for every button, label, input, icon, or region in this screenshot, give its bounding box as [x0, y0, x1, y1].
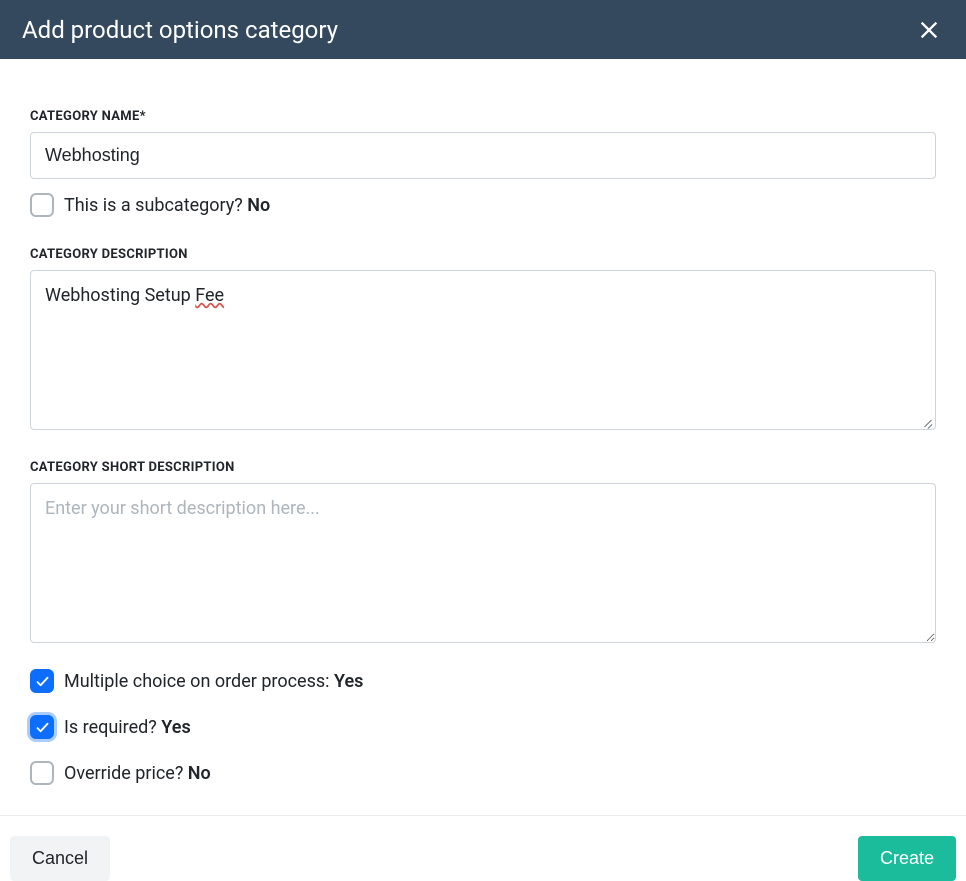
subcategory-row: This is a subcategory? No [30, 193, 936, 217]
category-description-input[interactable]: Webhosting Setup Fee [30, 270, 936, 430]
is-required-value: Yes [161, 717, 190, 738]
is-required-checkbox[interactable] [30, 715, 54, 739]
close-icon [918, 19, 940, 41]
category-description-label: CATEGORY DESCRIPTION [30, 247, 936, 262]
category-description-text-prefix: Webhosting Setup [45, 285, 195, 306]
modal-header: Add product options category [0, 0, 966, 59]
override-price-label: Override price? [64, 763, 188, 784]
multiple-choice-value: Yes [334, 671, 363, 692]
cancel-button[interactable]: Cancel [10, 836, 110, 881]
short-description-label: CATEGORY SHORT DESCRIPTION [30, 460, 936, 475]
modal-footer: Cancel Create [0, 815, 966, 881]
override-price-row: Override price? No [30, 761, 936, 785]
short-description-input[interactable] [30, 483, 936, 643]
check-icon [35, 674, 50, 689]
subcategory-label: This is a subcategory? [64, 195, 247, 216]
modal-title: Add product options category [22, 16, 338, 44]
is-required-row: Is required? Yes [30, 715, 936, 739]
override-price-checkbox[interactable] [30, 761, 54, 785]
modal-body: CATEGORY NAME* This is a subcategory? No… [0, 59, 966, 785]
resize-handle-icon [921, 415, 933, 427]
category-name-label: CATEGORY NAME* [30, 109, 936, 124]
override-price-value: No [188, 763, 211, 784]
multiple-choice-checkbox[interactable] [30, 669, 54, 693]
category-description-text-misspelled: Fee [195, 285, 224, 306]
check-icon [35, 720, 50, 735]
create-button[interactable]: Create [858, 836, 956, 881]
subcategory-checkbox[interactable] [30, 193, 54, 217]
close-button[interactable] [914, 15, 944, 45]
multiple-choice-row: Multiple choice on order process: Yes [30, 669, 936, 693]
multiple-choice-label: Multiple choice on order process: [64, 671, 334, 692]
is-required-label: Is required? [64, 717, 161, 738]
category-name-input[interactable] [30, 132, 936, 179]
subcategory-value: No [247, 195, 270, 216]
